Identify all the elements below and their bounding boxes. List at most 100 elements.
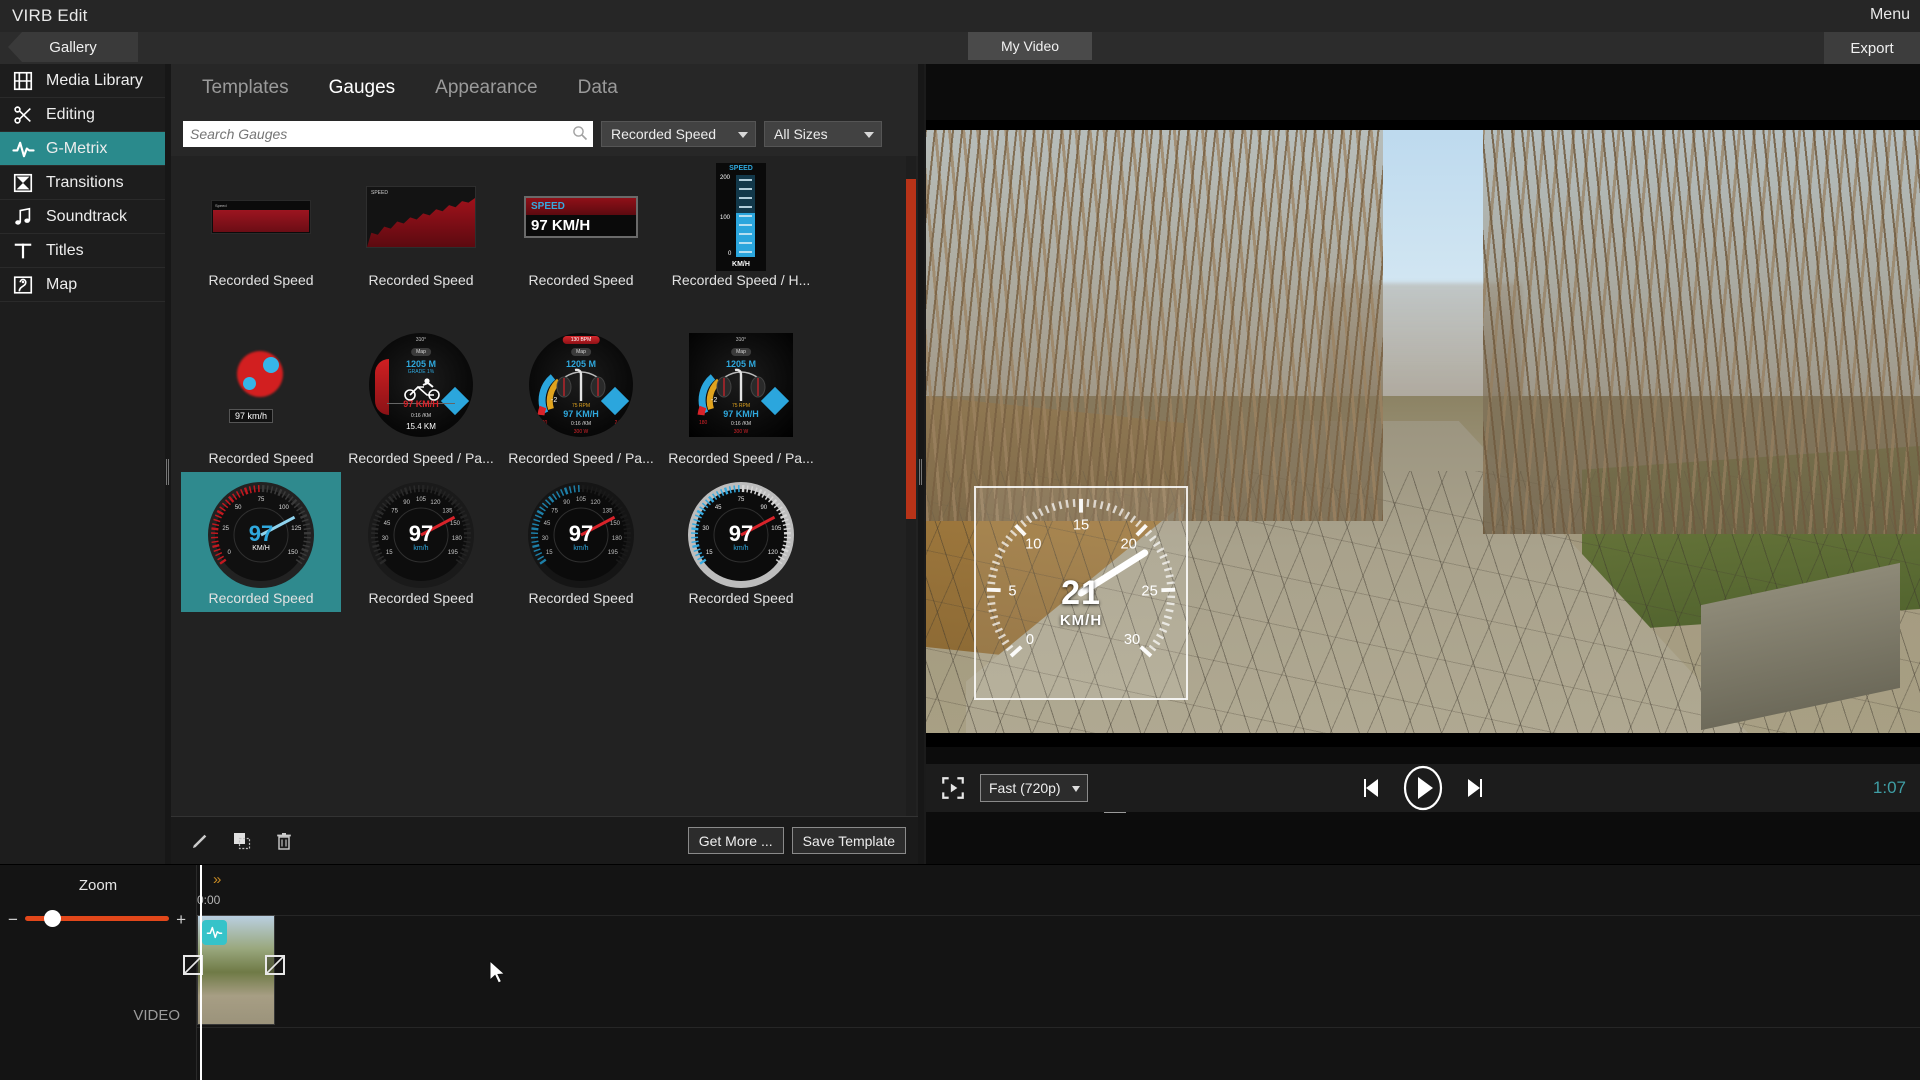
search-input[interactable] (183, 121, 593, 147)
gauge-filter-row: Recorded Speed All Sizes (171, 112, 920, 156)
gauge-power: 300 W (573, 429, 589, 435)
tab-data[interactable]: Data (572, 73, 624, 103)
gauge-item[interactable]: 15 30 45 75 90 105 120 135 150 180 195 97 km/h Record… (341, 472, 501, 612)
gauge-item[interactable]: SPEED 97 KM/H Recorded Speed (501, 156, 661, 294)
zoom-slider[interactable]: − + (8, 908, 186, 930)
quality-select[interactable]: Fast (720p) (980, 774, 1088, 802)
gauge-thumbnail: Speed (211, 162, 311, 272)
clip-trim-handle-right[interactable] (265, 955, 285, 975)
gauge-map-pill: Map (571, 348, 591, 356)
gauge-graph-label: SPEED (371, 190, 388, 196)
gauge-vbar-mid: 100 (720, 215, 731, 221)
double-chevron-icon[interactable]: » (213, 871, 221, 888)
trash-icon[interactable] (269, 826, 299, 856)
gallery-label: Gallery (49, 38, 97, 56)
zoom-in-button[interactable]: + (176, 910, 186, 930)
gauge-item[interactable]: 310° Map 1205 M GRADE 1% 97 KM/H 0:16 /KM 15.4… (341, 314, 501, 472)
tab-appearance[interactable]: Appearance (429, 73, 543, 103)
timecode: 1:07 (1872, 778, 1906, 797)
svg-text:120: 120 (430, 500, 441, 506)
gauge-item[interactable]: 97 km/h Recorded Speed (181, 314, 341, 472)
g-metrix-badge-icon[interactable] (202, 920, 227, 945)
speedometer-overlay[interactable]: 0 5 10 15 20 25 30 21 KM/H (974, 486, 1188, 700)
search-gauges-wrapper (183, 121, 593, 147)
tab-gauges[interactable]: Gauges (323, 73, 402, 103)
get-more-button[interactable]: Get More ... (687, 827, 784, 854)
sidebar-item-media-library[interactable]: Media Library (0, 64, 169, 98)
project-tab-label: My Video (1000, 38, 1060, 54)
menu-button[interactable]: Menu (1870, 6, 1910, 24)
gauge-size-filter[interactable]: All Sizes (764, 121, 882, 147)
mouse-pointer-icon (489, 960, 506, 984)
gauge-item[interactable]: SPEED Recorded Speed (341, 156, 501, 294)
export-button[interactable]: Export (1824, 32, 1920, 64)
gauge-thumb-speedo-red: 0 25 50 75 100 125 150 97 KM/H (207, 481, 315, 589)
timeline-ruler[interactable]: » 0:00 (197, 865, 1920, 915)
gauge-item-selected[interactable]: 0 25 50 75 100 125 150 97 KM/H Recorded Speed (181, 472, 341, 612)
sidebar-item-label: Editing (46, 105, 95, 123)
timeline-area[interactable]: » 0:00 (183, 865, 1920, 1080)
zoom-knob[interactable] (44, 910, 61, 927)
sidebar-item-label: Transitions (46, 173, 124, 191)
gauge-item[interactable]: 15 30 45 75 90 105 120 97 km/h Recorded Speed (661, 472, 821, 612)
save-template-button[interactable]: Save Template (791, 827, 906, 854)
timeline: Zoom − + VIDEO » 0:00 (0, 864, 1920, 1080)
film-strip-icon (12, 70, 34, 92)
timeline-clip[interactable] (197, 915, 275, 1025)
svg-text:10: 10 (1025, 537, 1041, 553)
tab-templates[interactable]: Templates (196, 73, 295, 103)
sidebar-item-transitions[interactable]: Transitions (0, 166, 169, 200)
gauge-item[interactable]: 310°Map1205 M-2275 RPM97 KM/H0:16 /KM300… (661, 314, 821, 472)
gauge-item-label: Recorded Speed / Pa... (668, 450, 814, 466)
virb-edit-window: VIRB Edit Menu Gallery My Video Export M… (0, 0, 1920, 1080)
gallery-back-tab[interactable]: Gallery (8, 32, 138, 62)
gauge-thumbnail: 15 30 45 75 90 105 120 97 km/h (687, 480, 795, 590)
app-title: VIRB Edit (12, 6, 88, 25)
gauge-thumbnail: SPEED (366, 162, 476, 272)
gauge-map-pill: Map (731, 348, 751, 356)
svg-text:90: 90 (403, 500, 410, 506)
project-tab-my-video[interactable]: My Video (968, 32, 1092, 60)
playhead[interactable] (200, 865, 202, 1080)
sidebar-item-titles[interactable]: Titles (0, 234, 169, 268)
gauge-item-label: Recorded Speed (368, 272, 474, 288)
duplicate-icon[interactable] (227, 826, 257, 856)
gauge-type-filter[interactable]: Recorded Speed (601, 121, 756, 147)
sidebar-item-g-metrix[interactable]: G-Metrix (0, 132, 169, 166)
gauge-heart-rate: 130 BPM (562, 336, 600, 344)
sidebar-item-map[interactable]: Map (0, 268, 169, 302)
play-button[interactable] (1400, 765, 1446, 811)
gauge-thumb-value-card: SPEED 97 KM/H (524, 196, 638, 238)
gauge-thumb-area-graph: SPEED (366, 186, 476, 248)
quality-value: Fast (720p) (989, 780, 1061, 796)
text-t-icon (12, 240, 34, 262)
gauge-item[interactable]: Speed Recorded Speed (181, 156, 341, 294)
svg-text:75: 75 (551, 509, 558, 515)
svg-text:30: 30 (1124, 632, 1140, 648)
step-backward-icon[interactable] (1362, 776, 1382, 800)
fullscreen-icon[interactable] (940, 775, 966, 801)
pencil-icon[interactable] (185, 826, 215, 856)
sidebar-item-soundtrack[interactable]: Soundtrack (0, 200, 169, 234)
gauge-item[interactable]: SPEED 200 100 0 KM/H Recorded Speed / H... (661, 156, 821, 294)
gauge-item[interactable]: 15 30 45 75 90 105 120 135 150 180 195 97 km/h Record… (501, 472, 661, 612)
letterbox-top (926, 120, 1920, 130)
letterbox-bottom (926, 733, 1920, 747)
gauge-item-label: Recorded Speed / Pa... (348, 450, 494, 466)
zoom-out-button[interactable]: − (8, 910, 18, 930)
chevron-down-icon (1072, 786, 1080, 792)
svg-text:90: 90 (563, 500, 570, 506)
search-icon (573, 126, 588, 141)
gauge-thumbnail: 97 km/h (223, 320, 299, 450)
gauge-card-title: SPEED (526, 198, 636, 215)
sidebar-item-label: Media Library (46, 71, 143, 89)
sidebar-item-editing[interactable]: Editing (0, 98, 169, 132)
svg-text:20: 20 (1121, 537, 1137, 553)
gauge-size-filter-value: All Sizes (774, 126, 828, 142)
gauge-item[interactable]: 130 BPMMap1205 M-2275 RPM97 KM/H0:16 /KM… (501, 314, 661, 472)
step-forward-icon[interactable] (1464, 776, 1484, 800)
video-frame[interactable]: 0 5 10 15 20 25 30 21 KM/H (926, 120, 1920, 747)
preview-resize-handle[interactable] (926, 812, 1920, 820)
gauge-item-label: Recorded Speed (208, 590, 314, 606)
preview-splitter[interactable] (918, 64, 924, 864)
